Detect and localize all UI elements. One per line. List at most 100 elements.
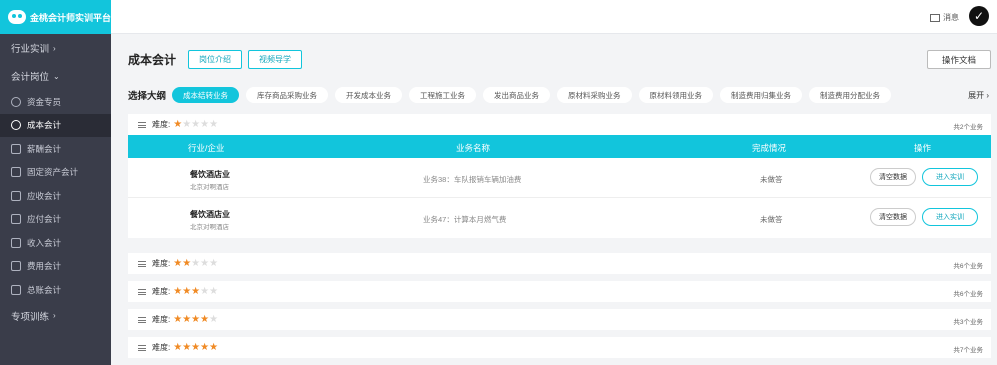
sidebar-item-fixed-assets[interactable]: 固定资产会计 <box>0 161 111 185</box>
mail-icon <box>930 13 940 22</box>
star-icon: ★ <box>173 314 183 325</box>
cube-icon <box>11 167 21 178</box>
job-intro-button[interactable]: 岗位介绍 <box>188 50 243 69</box>
star-icon: ★ <box>182 314 192 325</box>
star-icon: ★ <box>173 119 183 130</box>
chevron-down-icon: ⌄ <box>53 71 60 81</box>
yen-icon <box>11 96 21 107</box>
outline-chip[interactable]: 库存商品采购业务 <box>246 87 329 103</box>
list-icon <box>138 316 146 323</box>
sidebar-item-cost[interactable]: 成本会计 <box>0 113 111 137</box>
business-count: 共3个业务 <box>953 319 983 326</box>
sidebar-item-funds[interactable]: 资金专员 <box>0 90 111 114</box>
star-icon: ★ <box>209 342 219 353</box>
outline-chip[interactable]: 开发成本业务 <box>335 87 403 103</box>
clear-data-button[interactable]: 清空数据 <box>870 208 916 226</box>
star-rating: ★★★★★ <box>173 342 218 353</box>
difficulty-header[interactable]: 难度: ★★★★★ 共6个业务 <box>128 253 991 274</box>
difficulty-header[interactable]: 难度: ★★★★★ 共2个业务 <box>128 114 991 135</box>
grid-icon <box>11 284 21 295</box>
sidebar-section-accounting[interactable]: 会计岗位 ⌄ <box>0 62 111 90</box>
messages-link[interactable]: 消息 <box>930 12 959 23</box>
star-icon: ★ <box>200 119 210 130</box>
star-icon: ★ <box>200 258 210 269</box>
sidebar-item-payroll[interactable]: 薪酬会计 <box>0 137 111 161</box>
enter-training-button[interactable]: 进入实训 <box>922 168 978 186</box>
folder-icon <box>11 261 21 272</box>
star-icon: ★ <box>209 258 219 269</box>
operation-doc-button[interactable]: 操作文档 <box>926 50 991 69</box>
app-title: 金桃会计师实训平台 <box>30 12 112 23</box>
star-icon: ★ <box>173 342 183 353</box>
star-icon: ★ <box>182 342 192 353</box>
star-icon: ★ <box>191 119 201 130</box>
wallet-icon <box>11 143 21 154</box>
business-count: 共2个业务 <box>953 124 983 131</box>
page-title: 成本会计 <box>128 53 177 67</box>
sidebar-section-industry[interactable]: 行业实训 › <box>0 34 111 62</box>
business-count: 共6个业务 <box>953 263 983 270</box>
star-icon: ★ <box>200 314 210 325</box>
list-icon <box>138 260 146 267</box>
star-rating: ★★★★★ <box>173 258 218 269</box>
outline-chip[interactable]: 原材料采购业务 <box>557 87 632 103</box>
outline-filter: 选择大纲 成本结转业务 库存商品采购业务 开发成本业务 工程施工业务 发出商品业… <box>128 87 991 103</box>
clear-data-button[interactable]: 清空数据 <box>870 168 916 186</box>
star-icon: ★ <box>200 286 210 297</box>
list-icon <box>138 344 146 351</box>
enter-training-button[interactable]: 进入实训 <box>922 208 978 226</box>
star-icon: ★ <box>191 286 201 297</box>
business-count: 共6个业务 <box>953 291 983 298</box>
star-icon: ★ <box>191 314 201 325</box>
difficulty-header[interactable]: 难度: ★★★★★ 共3个业务 <box>128 309 991 330</box>
video-guide-button[interactable]: 视频导学 <box>248 50 303 69</box>
sidebar-item-income[interactable]: 收入会计 <box>0 231 111 255</box>
sidebar-item-payable[interactable]: 应付会计 <box>0 208 111 232</box>
hourglass-icon <box>11 237 21 248</box>
star-icon: ★ <box>209 286 219 297</box>
outline-chip[interactable]: 工程施工业务 <box>409 87 477 103</box>
star-icon: ★ <box>182 119 192 130</box>
outline-chip[interactable]: 成本结转业务 <box>172 87 240 103</box>
star-icon: ★ <box>191 258 201 269</box>
avatar[interactable]: ✓ <box>969 6 989 26</box>
sidebar-section-special[interactable]: 专项训练 › <box>0 302 111 330</box>
difficulty-block: 难度: ★★★★★ 共2个业务 行业/企业 业务名称 完成情况 操作 餐饮酒店业… <box>128 114 991 238</box>
main-content: 成本会计 岗位介绍 视频导学 操作文档 选择大纲 成本结转业务 库存商品采购业务… <box>111 34 997 365</box>
expand-button[interactable]: 展开 › <box>968 90 989 101</box>
difficulty-block: 难度: ★★★★★ 共6个业务 <box>128 253 991 274</box>
difficulty-block: 难度: ★★★★★ 共7个业务 <box>128 337 991 358</box>
outline-chip[interactable]: 原材料领用业务 <box>638 87 714 103</box>
star-icon: ★ <box>200 342 210 353</box>
outline-label: 选择大纲 <box>128 91 167 102</box>
difficulty-block: 难度: ★★★★★ 共6个业务 <box>128 281 991 302</box>
star-icon: ★ <box>173 258 183 269</box>
business-count: 共7个业务 <box>953 347 983 354</box>
star-icon: ★ <box>182 258 192 269</box>
table-row: 餐饮酒店业 北京对啊酒店 业务38：车队报销车辆加油费 未做答 清空数据 进入实… <box>128 158 991 198</box>
sidebar-item-receivable[interactable]: 应收会计 <box>0 184 111 208</box>
yen-icon <box>11 120 21 131</box>
table-header: 行业/企业 业务名称 完成情况 操作 <box>128 135 991 158</box>
difficulty-header[interactable]: 难度: ★★★★★ 共7个业务 <box>128 337 991 358</box>
star-icon: ★ <box>209 314 219 325</box>
layers-icon <box>11 190 21 201</box>
difficulty-header[interactable]: 难度: ★★★★★ 共6个业务 <box>128 281 991 302</box>
card-icon <box>11 214 21 225</box>
table-row: 餐饮酒店业 北京对啊酒店 业务47：计算本月燃气费 未做答 清空数据 进入实训 <box>128 198 991 238</box>
logo-icon <box>8 10 26 24</box>
star-icon: ★ <box>182 286 192 297</box>
list-icon <box>138 121 146 128</box>
top-bar: 消息 ✓ <box>111 0 997 34</box>
chevron-right-icon: › <box>53 43 56 53</box>
sidebar-item-expense[interactable]: 费用会计 <box>0 255 111 279</box>
app-logo[interactable]: 金桃会计师实训平台 <box>0 0 111 34</box>
star-icon: ★ <box>191 342 201 353</box>
outline-chip[interactable]: 制造费用归集业务 <box>720 87 803 103</box>
sidebar-item-ledger[interactable]: 总账会计 <box>0 278 111 302</box>
star-icon: ★ <box>173 286 183 297</box>
chevron-right-icon: › <box>53 311 56 320</box>
outline-chip[interactable]: 制造费用分配业务 <box>809 87 892 103</box>
star-rating: ★★★★★ <box>173 314 218 325</box>
outline-chip[interactable]: 发出商品业务 <box>483 87 551 103</box>
